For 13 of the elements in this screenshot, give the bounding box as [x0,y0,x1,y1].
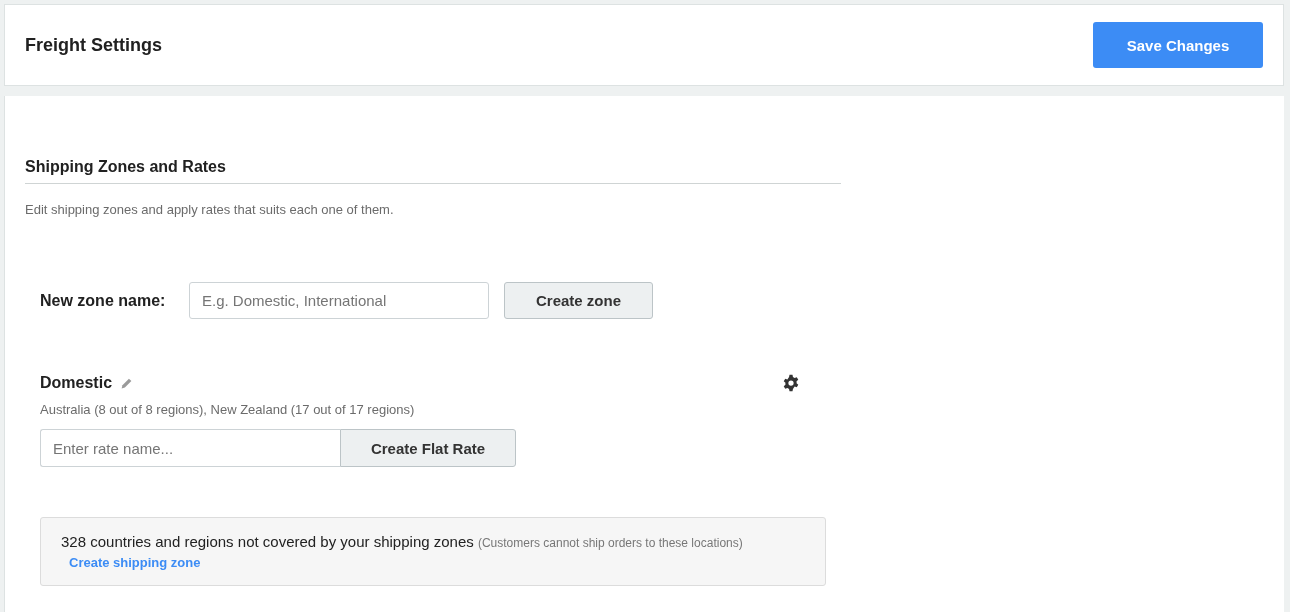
section-title: Shipping Zones and Rates [25,158,841,184]
page-title: Freight Settings [25,34,162,56]
field-label: New zone name: [40,291,167,310]
create-flat-rate-button[interactable]: Create Flat Rate [340,429,516,467]
section-description: Edit shipping zones and apply rates that suits each one of them. [25,202,395,217]
notice-message: 328 countries and regions not covered by your shipping zones (Customers cannot ship orders to these locations) [61,533,744,550]
pencil-icon[interactable] [120,376,134,390]
zone-regions: Australia (8 out of 8 regions), New Zealand (17 out of 17 regions) [40,402,416,417]
create-zone-button[interactable]: Create zone [504,282,653,319]
rate-name-field[interactable]: Enter rate name... [40,429,340,467]
settings-icon[interactable] [782,374,800,392]
zone-name: Domestic [40,374,113,392]
zone-name-field[interactable]: E.g. Domestic, International [189,282,489,319]
